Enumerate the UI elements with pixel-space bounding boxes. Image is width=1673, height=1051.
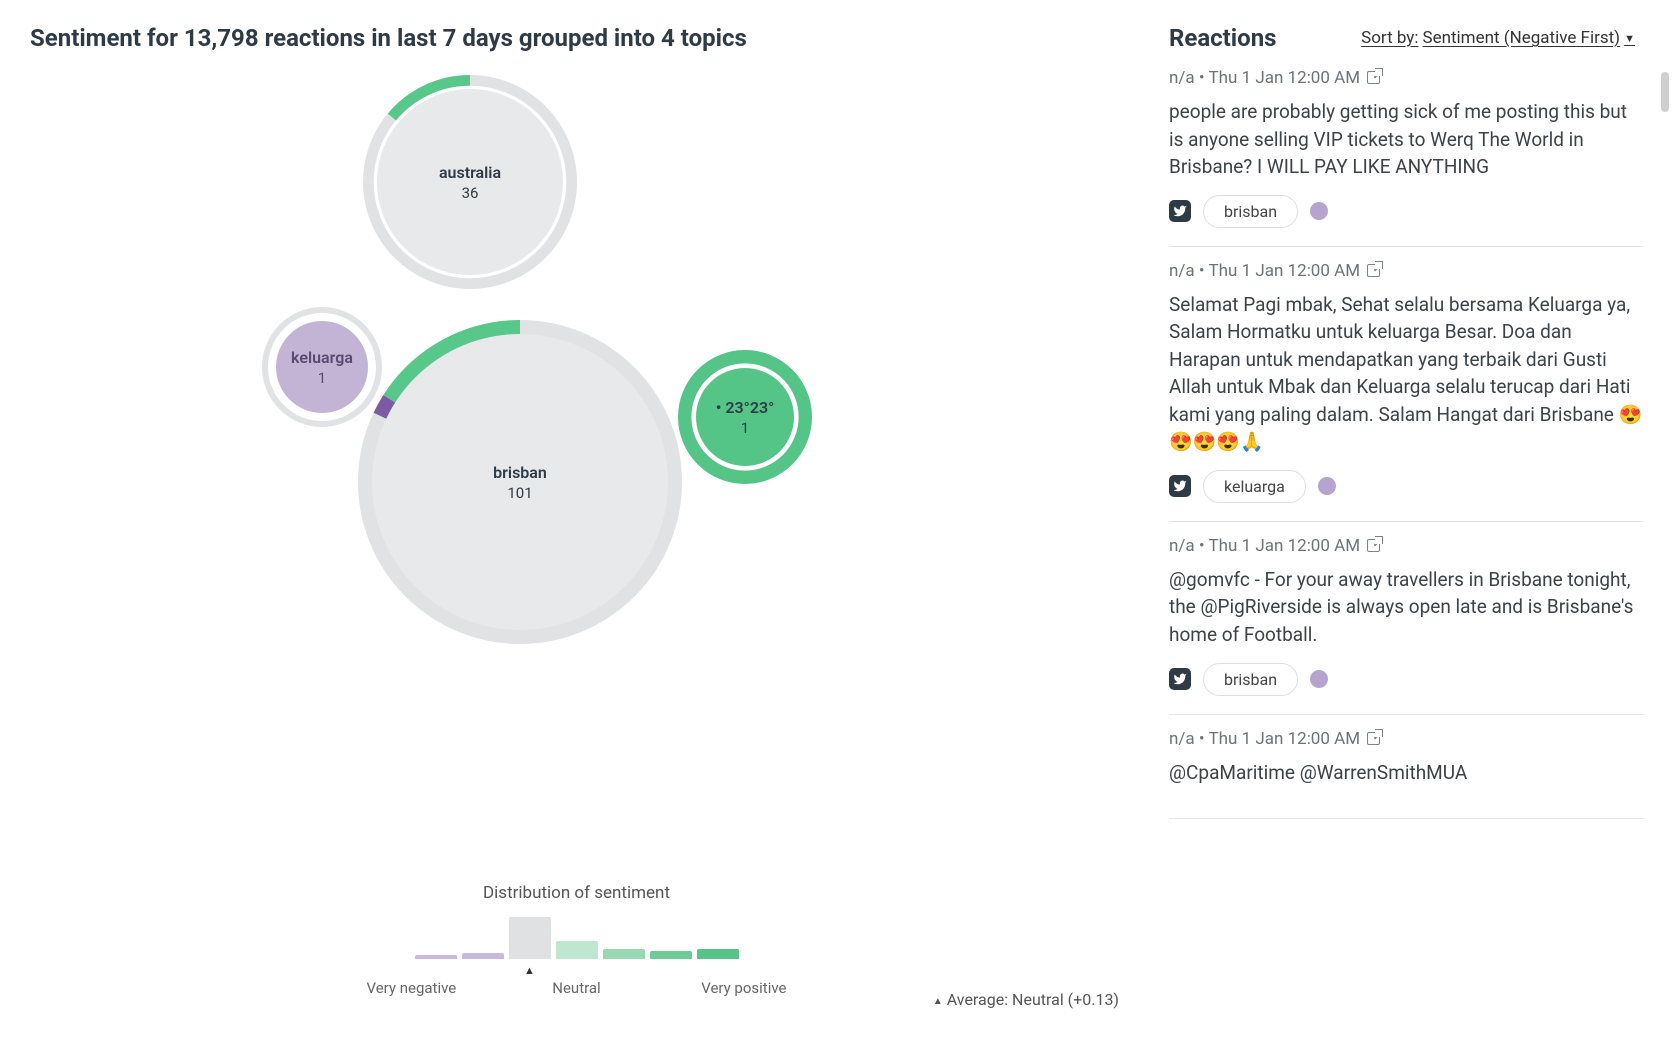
sentiment-chart-panel: Sentiment for 13,798 reactions in last 7… bbox=[0, 0, 1153, 1051]
reaction-text: Selamat Pagi mbak, Sehat selalu bersama … bbox=[1169, 291, 1643, 456]
topic-tag[interactable]: keluarga bbox=[1203, 470, 1306, 503]
distribution-bar bbox=[415, 955, 457, 959]
reaction-meta: n/a • Thu 1 Jan 12:00 AM bbox=[1169, 261, 1643, 281]
sort-dropdown[interactable]: Sort by: Sentiment (Negative First) ▼ bbox=[1361, 28, 1635, 48]
page-title: Sentiment for 13,798 reactions in last 7… bbox=[30, 24, 1123, 52]
twitter-icon[interactable] bbox=[1169, 200, 1191, 222]
distribution-pointer: ▲ bbox=[0, 967, 1076, 975]
distribution-labels: Very negative Neutral Very positive bbox=[367, 979, 787, 997]
dist-label-neutral: Neutral bbox=[508, 979, 645, 997]
bubble-label: keluarga bbox=[291, 348, 353, 367]
twitter-icon[interactable] bbox=[1169, 668, 1191, 690]
reaction-item: n/a • Thu 1 Jan 12:00 AM people are prob… bbox=[1169, 64, 1643, 247]
reaction-item: n/a • Thu 1 Jan 12:00 AM @CpaMaritime @W… bbox=[1169, 715, 1643, 820]
distribution-bar bbox=[650, 951, 692, 959]
bubble-label: brisban bbox=[493, 463, 547, 482]
reaction-footer: keluarga bbox=[1169, 470, 1643, 503]
sentiment-dot bbox=[1310, 670, 1328, 688]
reactions-panel: Reactions Sort by: Sentiment (Negative F… bbox=[1153, 0, 1673, 1051]
twitter-icon[interactable] bbox=[1169, 475, 1191, 497]
reaction-meta: n/a • Thu 1 Jan 12:00 AM bbox=[1169, 536, 1643, 556]
reaction-text: people are probably getting sick of me p… bbox=[1169, 98, 1643, 181]
topic-bubble[interactable]: brisban 101 bbox=[358, 320, 682, 644]
sentiment-dot bbox=[1310, 202, 1328, 220]
distribution-bars bbox=[30, 913, 1123, 959]
reaction-meta: n/a • Thu 1 Jan 12:00 AM bbox=[1169, 729, 1643, 749]
reactions-title: Reactions bbox=[1169, 24, 1276, 52]
distribution-bar bbox=[509, 917, 551, 959]
topic-bubble[interactable]: australia 36 bbox=[363, 75, 577, 289]
sort-label: Sort by: bbox=[1361, 28, 1418, 48]
reaction-meta: n/a • Thu 1 Jan 12:00 AM bbox=[1169, 68, 1643, 88]
scrollbar-thumb[interactable] bbox=[1661, 72, 1669, 112]
topic-tag[interactable]: brisban bbox=[1203, 663, 1298, 696]
bubble-count: 1 bbox=[741, 419, 749, 437]
bubble-count: 1 bbox=[318, 369, 326, 387]
bubble-label: australia bbox=[439, 163, 501, 182]
reaction-text: @CpaMaritime @WarrenSmithMUA bbox=[1169, 759, 1643, 787]
chevron-down-icon: ▼ bbox=[1624, 32, 1635, 45]
external-link-icon[interactable] bbox=[1367, 71, 1380, 84]
distribution-bar bbox=[462, 953, 504, 959]
sentiment-dot bbox=[1318, 477, 1336, 495]
bubble-count: 101 bbox=[507, 484, 532, 502]
sort-value: Sentiment (Negative First) bbox=[1422, 28, 1620, 48]
distribution-bar bbox=[603, 949, 645, 959]
reactions-list[interactable]: n/a • Thu 1 Jan 12:00 AM people are prob… bbox=[1169, 64, 1653, 1051]
external-link-icon[interactable] bbox=[1367, 732, 1380, 745]
reaction-item: n/a • Thu 1 Jan 12:00 AM Selamat Pagi mb… bbox=[1169, 247, 1643, 522]
external-link-icon[interactable] bbox=[1367, 264, 1380, 277]
average-sentiment-label: Average: Neutral (+0.13) bbox=[947, 990, 1119, 1009]
external-link-icon[interactable] bbox=[1367, 539, 1380, 552]
reaction-text: @gomvfc - For your away travellers in Br… bbox=[1169, 566, 1643, 649]
distribution-title: Distribution of sentiment bbox=[30, 883, 1123, 903]
distribution-bar bbox=[697, 949, 739, 959]
dist-label-very-negative: Very negative bbox=[367, 979, 504, 997]
bubble-chart: australia 36 keluarga 1 brisban 101 • 23°23° 1 bbox=[30, 52, 1123, 873]
topic-bubble[interactable]: • 23°23° 1 bbox=[678, 350, 812, 484]
bubble-count: 36 bbox=[462, 184, 479, 202]
topic-tag[interactable]: brisban bbox=[1203, 195, 1298, 228]
reaction-item: n/a • Thu 1 Jan 12:00 AM @gomvfc - For y… bbox=[1169, 522, 1643, 715]
average-sentiment: ▲ Average: Neutral (+0.13) bbox=[933, 990, 1119, 1009]
reaction-footer: brisban bbox=[1169, 195, 1643, 228]
dist-label-very-positive: Very positive bbox=[649, 979, 786, 997]
caret-up-icon: ▲ bbox=[933, 996, 943, 1007]
distribution-bar bbox=[556, 941, 598, 959]
reaction-footer: brisban bbox=[1169, 663, 1643, 696]
bubble-label: • 23°23° bbox=[716, 398, 775, 417]
